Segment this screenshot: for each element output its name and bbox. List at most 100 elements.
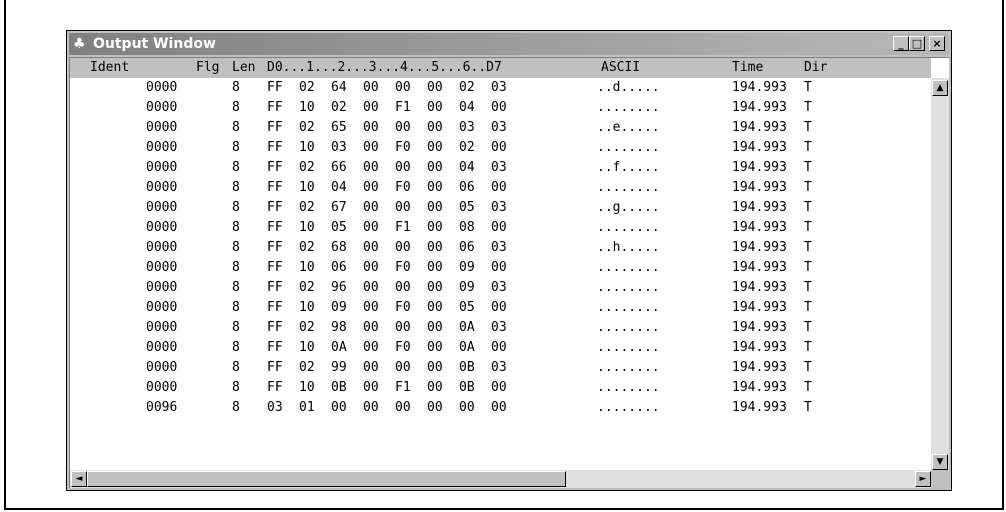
table-row[interactable]: 0000 8 FF 10 05 00 F1 00 08 00........ 194.993 T [70,218,931,238]
ident-cell: 0096 [146,400,178,415]
table-row[interactable]: 0000 8 FF 02 67 00 00 00 05 03 ..g..... 194.993 T [70,198,931,218]
dir-cell: T [804,180,812,195]
minimize-button[interactable]: _ [893,36,909,51]
table-row[interactable]: 0000 8 FF 02 99 00 00 00 0B 03........ 194.993 T [70,358,931,378]
data-byte-cell: 00 [427,300,443,315]
dir-cell: T [804,320,812,335]
col-dir[interactable]: Dir [804,58,827,78]
title-bar[interactable]: ♣ Output Window _ □ × [69,33,949,55]
data-byte-cell: FF [267,180,283,195]
ascii-cell: ........ [597,380,660,395]
data-byte-cell: F0 [395,180,411,195]
len-cell: 8 [232,140,240,155]
col-time[interactable]: Time [732,58,763,78]
col-len[interactable]: Len [232,58,255,78]
dir-cell: T [804,360,812,375]
table-row[interactable]: 0000 8 FF 02 68 00 00 00 06 03 ..h..... 194.993 T [70,238,931,258]
data-byte-cell: FF [267,280,283,295]
time-cell: 194.993 [732,360,787,375]
data-byte-cell: 00 [491,400,507,415]
data-byte-cell: 04 [459,160,475,175]
data-byte-cell: 02 [299,80,315,95]
table-row[interactable]: 0000 8 FF 02 66 00 00 00 04 03 ..f..... 194.993 T [70,158,931,178]
table-row[interactable]: 0000 8 FF 10 04 00 F0 00 06 00........ 194.993 T [70,178,931,198]
data-byte-cell: 02 [331,100,347,115]
data-byte-cell: 09 [331,300,347,315]
data-byte-cell: 00 [427,120,443,135]
ident-cell: 0000 [146,380,178,395]
maximize-button[interactable]: □ [909,36,925,51]
scroll-down-icon[interactable]: ▼ [932,454,948,470]
dir-cell: T [804,120,812,135]
data-byte-cell: FF [267,380,283,395]
ascii-cell: ........ [597,180,660,195]
col-ident[interactable]: Ident [90,58,129,78]
vertical-scrollbar[interactable]: ▲ ▼ [931,78,949,470]
horizontal-scroll-thumb[interactable] [87,471,566,487]
table-row[interactable]: 0000 8 FF 10 06 00 F0 00 09 00........ 194.993 T [70,258,931,278]
data-byte-cell: 00 [491,220,507,235]
data-byte-cell: 02 [299,240,315,255]
data-byte-cell: 00 [427,180,443,195]
close-button[interactable]: × [929,36,945,51]
data-byte-cell: 0A [459,320,475,335]
col-flg[interactable]: Flg [196,58,219,78]
message-rows: 0000 8 FF 02 64 00 00 00 02 03 ..d..... 194.993 T 000… [70,78,931,470]
dir-cell: T [804,380,812,395]
data-byte-cell: 00 [427,220,443,235]
time-cell: 194.993 [732,220,787,235]
data-byte-cell: FF [267,160,283,175]
data-byte-cell: 0B [459,380,475,395]
horizontal-scrollbar[interactable]: ◄ ► [70,470,931,488]
time-cell: 194.993 [732,260,787,275]
scroll-right-icon[interactable]: ► [915,471,931,487]
data-byte-cell: 05 [331,220,347,235]
data-byte-cell: 00 [363,300,379,315]
len-cell: 8 [232,300,240,315]
col-data[interactable]: D0...1...2...3...4...5...6..D7 [267,58,502,78]
ascii-cell: ........ [597,280,660,295]
data-byte-cell: 03 [491,240,507,255]
data-byte-cell: 00 [395,400,411,415]
data-byte-cell: 00 [363,140,379,155]
len-cell: 8 [232,340,240,355]
table-row[interactable]: 0000 8 FF 02 98 00 00 00 0A 03........ 194.993 T [70,318,931,338]
len-cell: 8 [232,280,240,295]
scroll-up-icon[interactable]: ▲ [932,80,948,96]
table-row[interactable]: 0000 8 FF 02 65 00 00 00 03 03 ..e..... 194.993 T [70,118,931,138]
data-byte-cell: 00 [491,380,507,395]
table-row[interactable]: 0000 8 FF 10 0B 00 F1 00 0B 00........ 194.993 T [70,378,931,398]
ascii-cell: ........ [597,360,660,375]
data-byte-cell: 00 [427,260,443,275]
len-cell: 8 [232,200,240,215]
table-row[interactable]: 0096 8 03 01 00 00 00 00 00 00........ 194.993 T [70,398,931,418]
data-byte-cell: 00 [363,380,379,395]
data-byte-cell: 03 [491,80,507,95]
data-byte-cell: 00 [331,400,347,415]
data-byte-cell: 04 [459,100,475,115]
table-row[interactable]: 0000 8 FF 02 96 00 00 00 09 03........ 194.993 T [70,278,931,298]
data-byte-cell: 03 [491,320,507,335]
table-row[interactable]: 0000 8 FF 02 64 00 00 00 02 03 ..d..... 194.993 T [70,78,931,98]
ident-cell: 0000 [146,160,178,175]
col-ascii[interactable]: ASCII [601,58,640,78]
data-byte-cell: 66 [331,160,347,175]
table-row[interactable]: 0000 8 FF 10 02 00 F1 00 04 00........ 194.993 T [70,98,931,118]
data-byte-cell: 00 [395,80,411,95]
data-byte-cell: 00 [363,120,379,135]
data-byte-cell: 0A [459,340,475,355]
table-row[interactable]: 0000 8 FF 10 03 00 F0 00 02 00........ 194.993 T [70,138,931,158]
scroll-left-icon[interactable]: ◄ [71,471,87,487]
data-byte-cell: 64 [331,80,347,95]
dir-cell: T [804,100,812,115]
scrollbar-corner [931,470,949,488]
data-byte-cell: 05 [459,300,475,315]
data-byte-cell: 02 [459,80,475,95]
ascii-cell: ........ [597,100,660,115]
data-byte-cell: 00 [363,400,379,415]
table-row[interactable]: 0000 8 FF 10 0A 00 F0 00 0A 00........ 194.993 T [70,338,931,358]
len-cell: 8 [232,260,240,275]
data-byte-cell: 02 [299,200,315,215]
column-header: Ident Flg Len D0...1...2...3...4...5...6… [70,58,931,78]
table-row[interactable]: 0000 8 FF 10 09 00 F0 00 05 00........ 194.993 T [70,298,931,318]
